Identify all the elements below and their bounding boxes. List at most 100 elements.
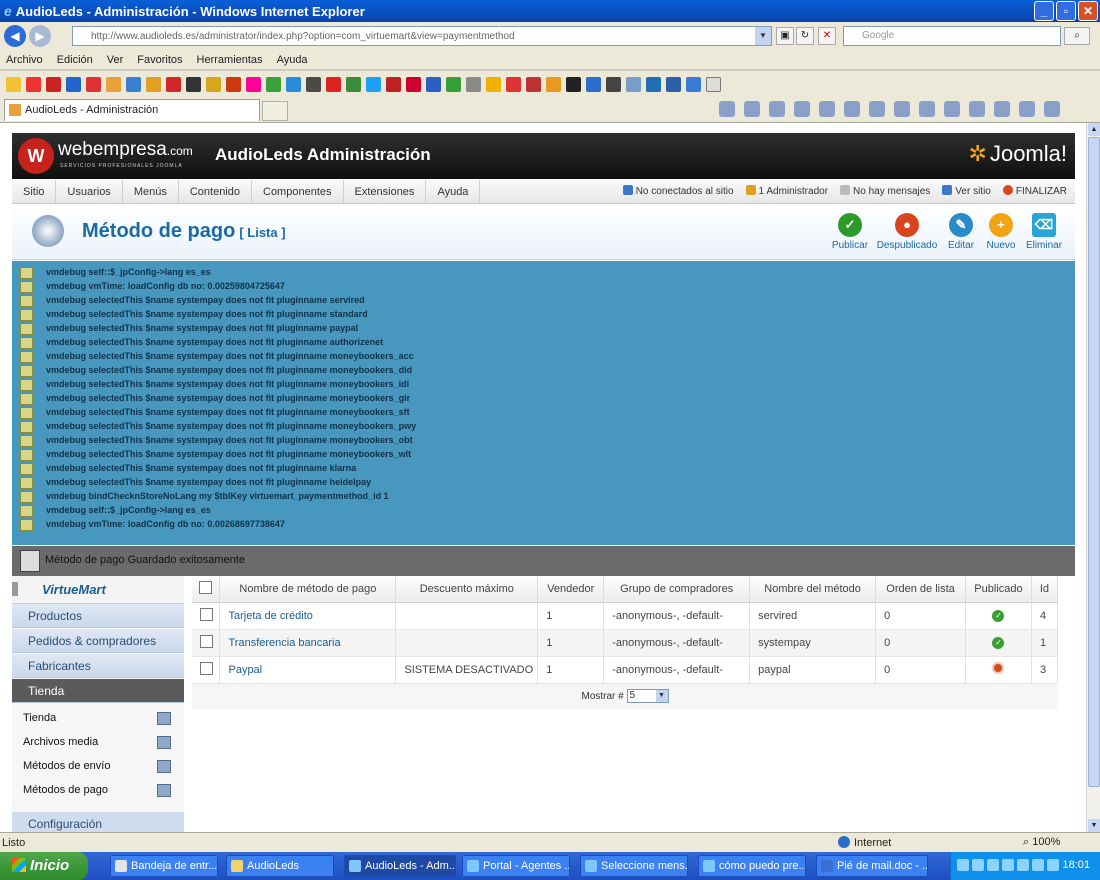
forward-button[interactable]: ▶ bbox=[29, 25, 51, 47]
col-descuento[interactable]: Descuento máximo bbox=[395, 576, 539, 603]
chevron-down-icon[interactable]: ▼ bbox=[755, 27, 771, 45]
sidebar-item-configuracion[interactable]: Configuración bbox=[12, 812, 184, 832]
publish-button[interactable]: ✓ Publicar bbox=[830, 213, 870, 251]
fav-link-icon[interactable] bbox=[406, 76, 421, 92]
read-mail-icon[interactable] bbox=[769, 101, 785, 117]
fav-link-icon[interactable] bbox=[426, 76, 441, 92]
col-nombre[interactable]: Nombre de método de pago bbox=[219, 576, 397, 603]
fav-link-icon[interactable] bbox=[226, 76, 241, 92]
sidebar-item-fabricantes[interactable]: Fabricantes bbox=[12, 654, 184, 678]
collapse-arrow-icon[interactable] bbox=[12, 582, 18, 596]
fav-link-icon[interactable] bbox=[686, 76, 701, 92]
zoom-icon[interactable] bbox=[794, 101, 810, 117]
search-input[interactable]: Google bbox=[843, 26, 1061, 46]
menu-ayuda[interactable]: Ayuda bbox=[277, 54, 308, 66]
home-icon[interactable] bbox=[719, 101, 735, 117]
published-check-icon[interactable]: ✓ bbox=[992, 610, 1005, 622]
fav-link-icon[interactable] bbox=[486, 76, 501, 92]
fav-link-icon[interactable] bbox=[246, 76, 261, 92]
fav-link-icon[interactable] bbox=[526, 76, 541, 92]
fav-link-icon[interactable] bbox=[46, 76, 61, 92]
row-checkbox[interactable] bbox=[200, 607, 213, 621]
translate-icon[interactable] bbox=[1044, 101, 1060, 117]
new-button[interactable]: + Nuevo bbox=[984, 213, 1018, 251]
nav-sitio[interactable]: Sitio bbox=[12, 179, 57, 204]
compat-view-button[interactable]: ▣ bbox=[776, 27, 794, 45]
favorites-star-icon[interactable] bbox=[6, 76, 21, 92]
row-checkbox[interactable] bbox=[200, 634, 213, 648]
back-button[interactable]: ◀ bbox=[4, 25, 26, 47]
fav-link-icon[interactable] bbox=[66, 76, 81, 92]
research-icon[interactable] bbox=[969, 101, 985, 117]
fav-link-icon[interactable] bbox=[286, 76, 301, 92]
fav-link-icon[interactable] bbox=[306, 76, 321, 92]
messenger-icon[interactable] bbox=[994, 101, 1010, 117]
fav-link-icon[interactable] bbox=[86, 76, 101, 92]
col-grupo[interactable]: Grupo de compradores bbox=[603, 576, 751, 603]
chevron-down-icon[interactable]: ▼ bbox=[655, 689, 668, 702]
taskbar-item-seleccione[interactable]: Seleccione mens... bbox=[580, 855, 688, 877]
blog-icon[interactable] bbox=[1019, 101, 1035, 117]
published-check-icon[interactable]: ✓ bbox=[992, 637, 1005, 649]
menu-ver[interactable]: Ver bbox=[107, 54, 124, 66]
fav-link-icon[interactable] bbox=[506, 76, 521, 92]
nav-ayuda[interactable]: Ayuda bbox=[426, 179, 481, 204]
sidebar-sub-pago[interactable]: Métodos de pago bbox=[23, 784, 108, 796]
minimize-button[interactable]: _ bbox=[1034, 1, 1054, 21]
help-icon[interactable] bbox=[944, 101, 960, 117]
start-button[interactable]: Inicio bbox=[0, 852, 88, 880]
fav-link-icon[interactable] bbox=[326, 76, 341, 92]
volume-icon[interactable] bbox=[1047, 859, 1059, 871]
sidebar-item-productos[interactable]: Productos bbox=[12, 604, 184, 628]
sidebar-sub-media[interactable]: Archivos media bbox=[23, 736, 98, 748]
print-icon[interactable] bbox=[844, 101, 860, 117]
taskbar-item-audioleds-admin[interactable]: AudioLeds - Adm... bbox=[344, 855, 456, 877]
fav-link-icon[interactable] bbox=[26, 76, 41, 92]
fav-link-icon[interactable] bbox=[446, 76, 461, 92]
tools-icon[interactable] bbox=[919, 101, 935, 117]
vertical-scrollbar[interactable]: ▲ ▼ bbox=[1086, 123, 1100, 832]
close-button[interactable]: ✕ bbox=[1078, 1, 1098, 21]
col-id[interactable]: Id bbox=[1031, 576, 1059, 603]
new-tab-button[interactable] bbox=[262, 101, 288, 121]
nav-componentes[interactable]: Componentes bbox=[252, 179, 344, 204]
fav-link-icon[interactable] bbox=[646, 76, 661, 92]
taskbar-item-como-puedo[interactable]: cómo puedo pre... bbox=[698, 855, 806, 877]
search-button[interactable]: ⌕ bbox=[1064, 27, 1090, 45]
nav-menus[interactable]: Menús bbox=[123, 179, 179, 204]
address-bar[interactable]: http://www.audioleds.es/administrator/in… bbox=[72, 26, 772, 46]
menu-herramientas[interactable]: Herramientas bbox=[197, 54, 263, 66]
unpublished-icon[interactable] bbox=[992, 662, 1005, 674]
col-orden[interactable]: Orden de lista bbox=[875, 576, 966, 603]
fav-link-icon[interactable] bbox=[666, 76, 681, 92]
delete-button[interactable]: ⌫ Eliminar bbox=[1024, 213, 1064, 251]
fav-link-icon[interactable] bbox=[626, 76, 641, 92]
nav-usuarios[interactable]: Usuarios bbox=[56, 179, 123, 204]
refresh-button[interactable]: ↻ bbox=[796, 27, 814, 45]
sidebar-sub-envio[interactable]: Métodos de envío bbox=[23, 760, 110, 772]
tray-icon[interactable] bbox=[957, 859, 969, 871]
scroll-up-arrow[interactable]: ▲ bbox=[1088, 123, 1100, 136]
taskbar-item-portal[interactable]: Portal - Agentes ... bbox=[462, 855, 570, 877]
tray-icon[interactable] bbox=[1032, 859, 1044, 871]
scrollbar-thumb[interactable] bbox=[1088, 137, 1100, 787]
method-name-link[interactable]: Tarjeta de crédito bbox=[228, 610, 312, 622]
select-all-checkbox[interactable] bbox=[199, 580, 213, 594]
fav-link-icon[interactable] bbox=[466, 76, 481, 92]
view-site-link[interactable]: Ver sitio bbox=[942, 180, 991, 204]
fav-link-icon[interactable] bbox=[706, 76, 721, 92]
fav-link-icon[interactable] bbox=[546, 76, 561, 92]
fav-link-icon[interactable] bbox=[386, 76, 401, 92]
logout-link[interactable]: FINALIZAR bbox=[1002, 180, 1067, 204]
tray-icon[interactable] bbox=[972, 859, 984, 871]
fav-link-icon[interactable] bbox=[146, 76, 161, 92]
status-messages[interactable]: No hay mensajes bbox=[840, 180, 930, 204]
nav-extensiones[interactable]: Extensiones bbox=[344, 179, 427, 204]
maximize-button[interactable]: ▫ bbox=[1056, 1, 1076, 21]
nav-contenido[interactable]: Contenido bbox=[179, 179, 252, 204]
fav-link-icon[interactable] bbox=[606, 76, 621, 92]
virtuemart-logo[interactable]: VirtueMart bbox=[12, 576, 184, 604]
fav-link-icon[interactable] bbox=[566, 76, 581, 92]
edit-button[interactable]: ✎ Editar bbox=[946, 213, 976, 251]
fav-link-icon[interactable] bbox=[206, 76, 221, 92]
